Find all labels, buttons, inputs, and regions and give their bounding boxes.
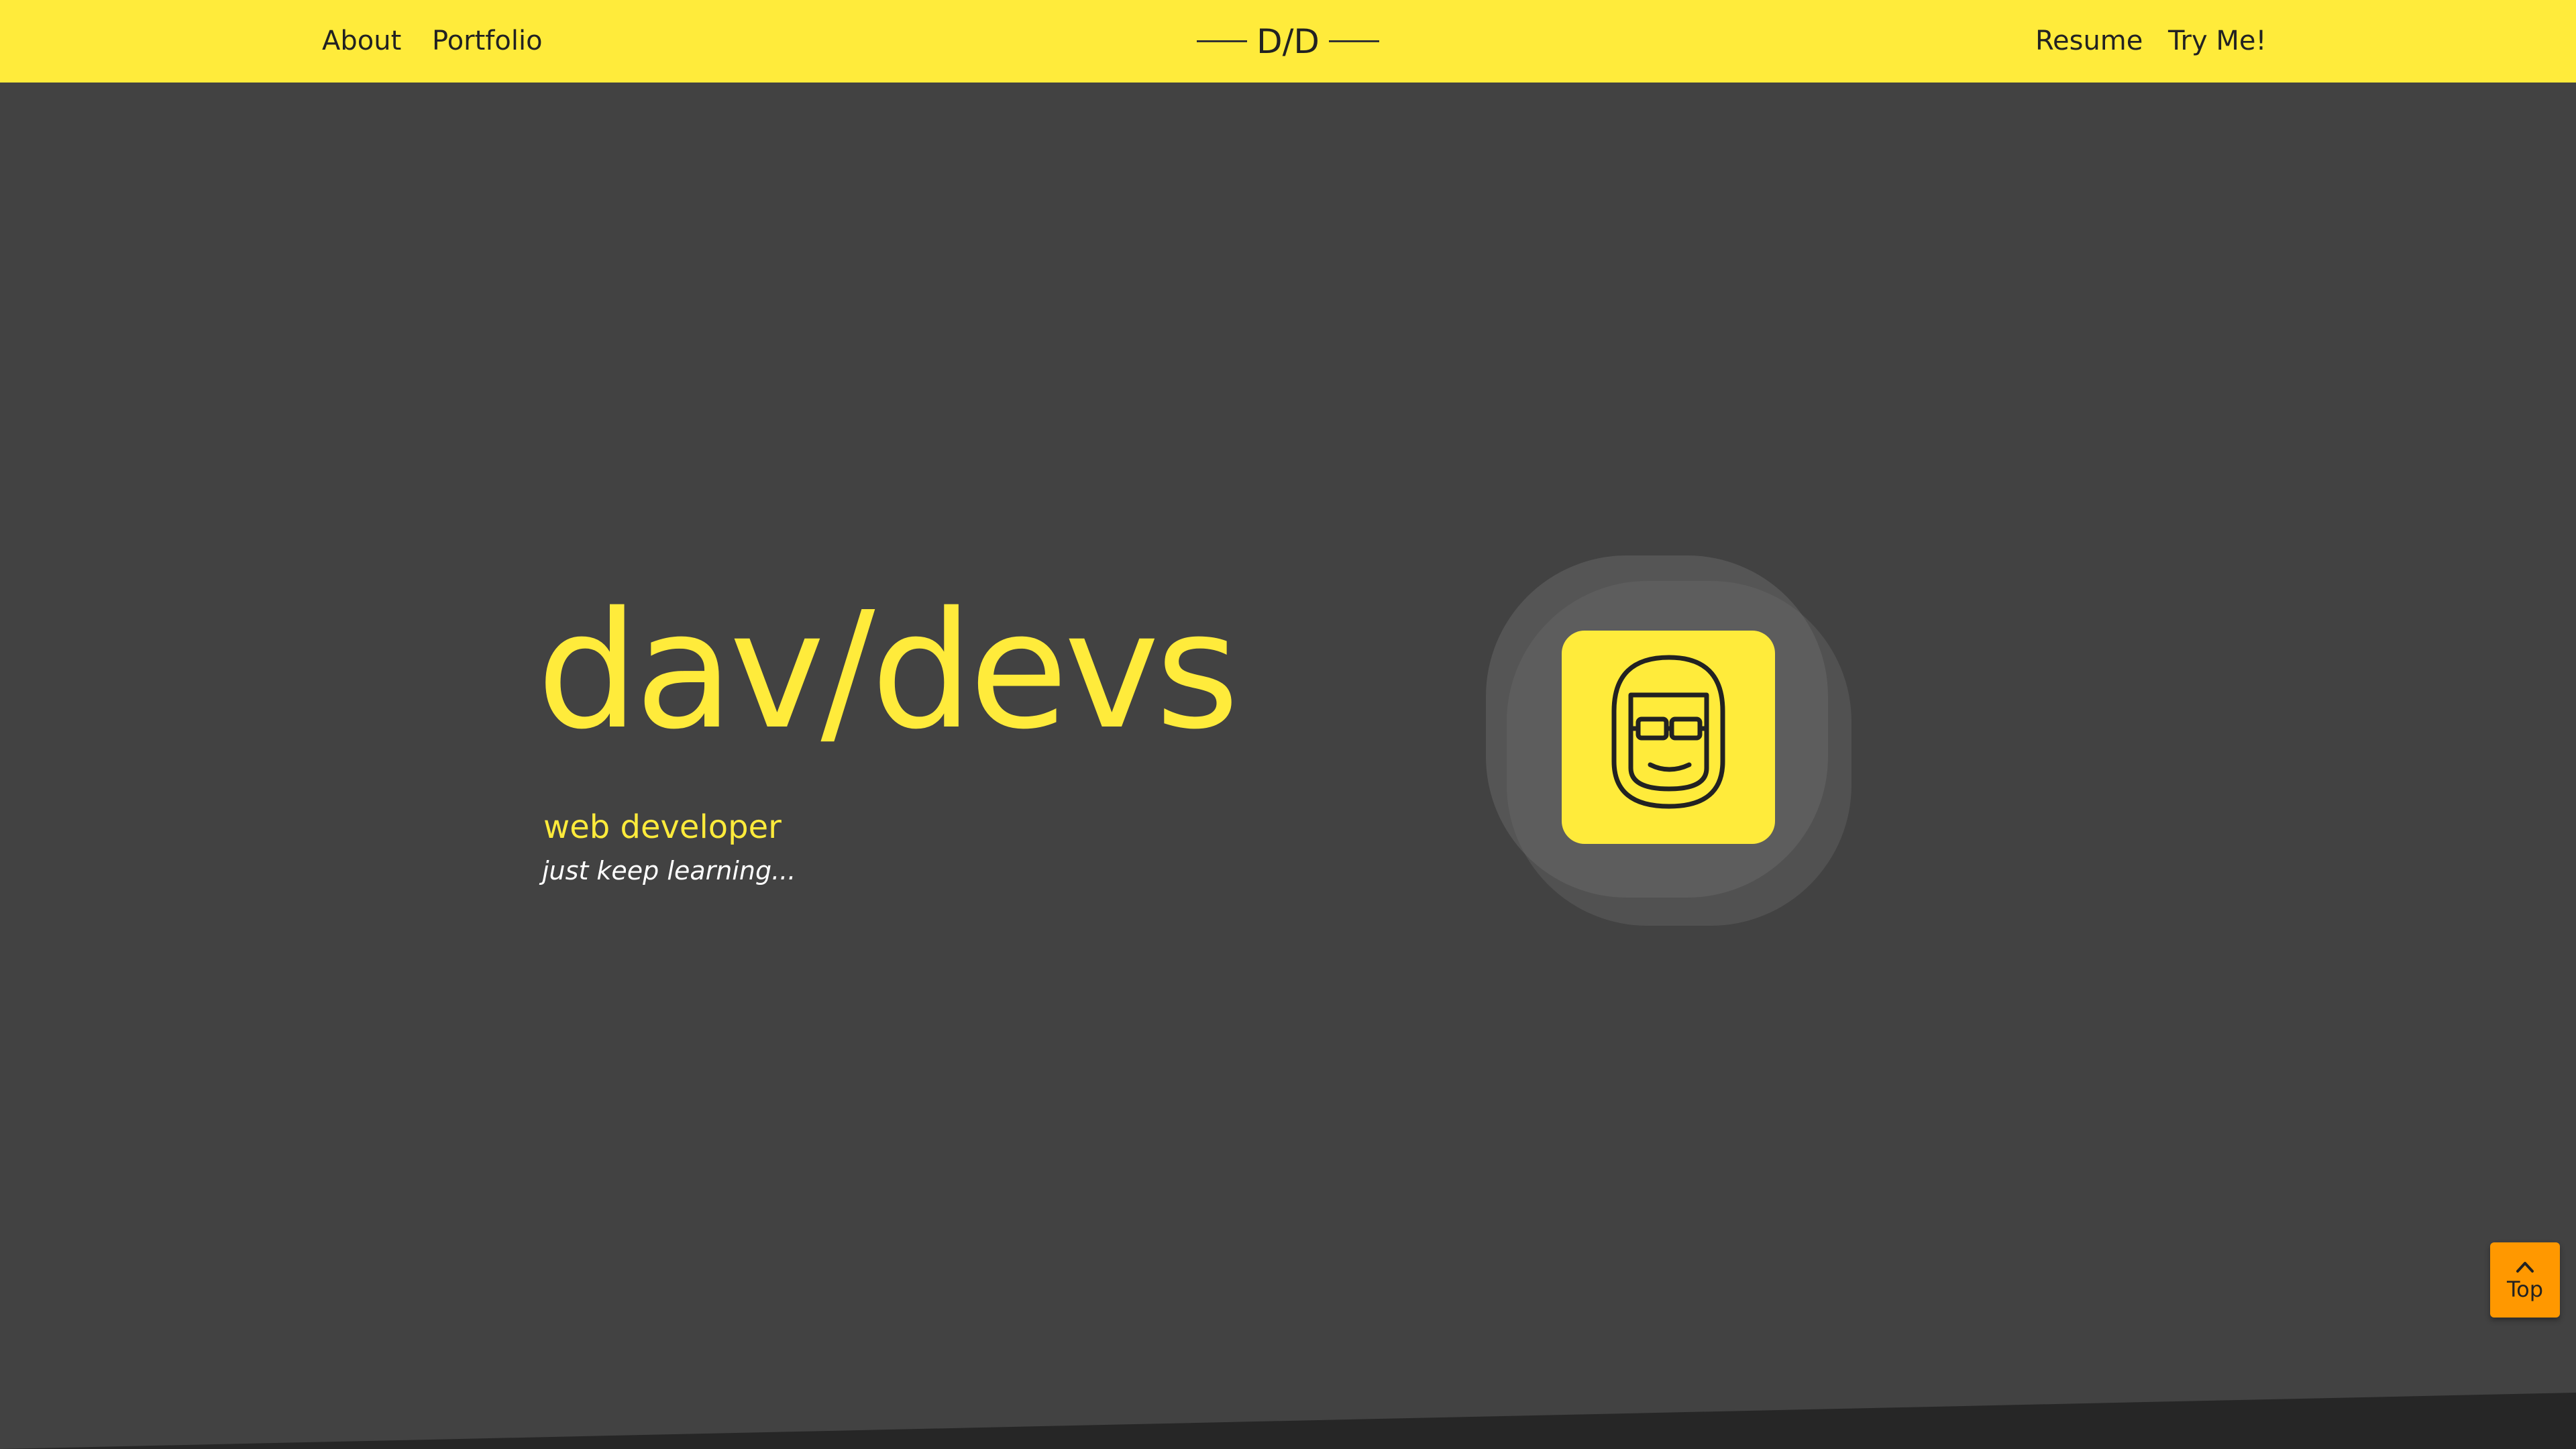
footer-slope <box>0 1393 2576 1449</box>
